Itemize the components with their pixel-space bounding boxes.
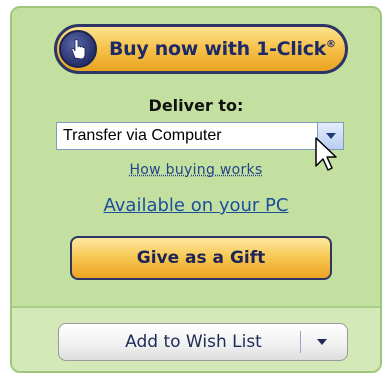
add-to-wish-list-button[interactable]: Add to Wish List [58, 323, 348, 361]
deliver-to-label: Deliver to: [148, 96, 244, 115]
button-separator [300, 331, 301, 353]
registered-mark: ® [326, 39, 336, 50]
add-to-wish-list-label: Add to Wish List [125, 332, 262, 352]
deliver-to-value: Transfer via Computer [63, 127, 222, 144]
buy-now-one-click-button[interactable]: Buy now with 1-Click® [54, 24, 348, 74]
buy-now-label: Buy now with 1-Click® [109, 38, 336, 60]
give-as-gift-button[interactable]: Give as a Gift [70, 236, 332, 280]
wish-list-dropdown-button[interactable] [311, 331, 333, 353]
hand-pointer-icon [59, 30, 97, 68]
how-buying-works-link[interactable]: How buying works [0, 162, 392, 178]
available-on-pc-link[interactable]: Available on your PC [0, 195, 392, 216]
deliver-to-select[interactable]: Transfer via Computer [56, 122, 344, 150]
chevron-down-icon [317, 339, 327, 345]
